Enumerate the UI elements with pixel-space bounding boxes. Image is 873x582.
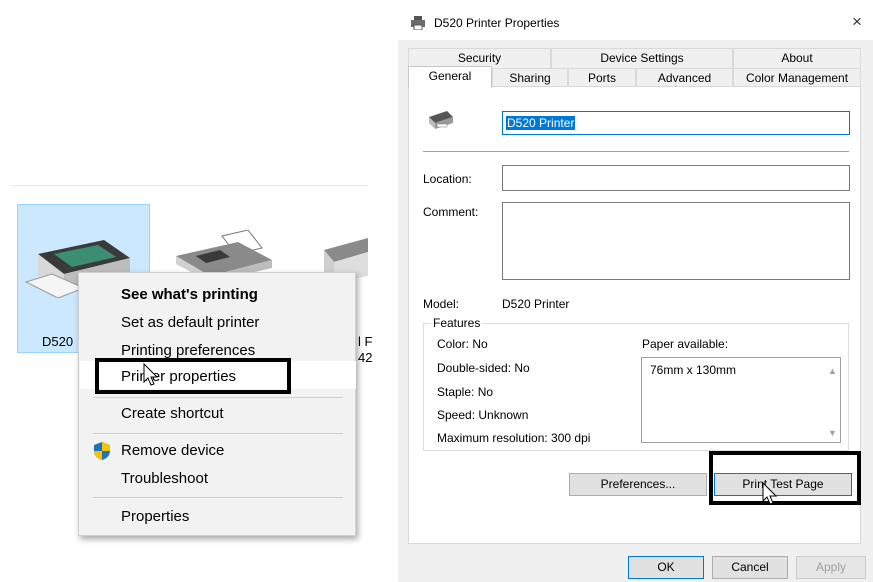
paper-list-item[interactable]: 76mm x 130mm <box>650 363 736 377</box>
device-label-partial[interactable]: l F <box>358 334 372 349</box>
menu-item-properties[interactable]: Properties <box>79 503 355 531</box>
preferences-button[interactable]: Preferences... <box>569 473 707 496</box>
model-label: Model: <box>423 297 460 311</box>
printer-name-value: D520 Printer <box>506 116 576 130</box>
feature-max-resolution: Maximum resolution: 300 dpi <box>437 431 591 445</box>
cancel-button[interactable]: Cancel <box>712 556 788 579</box>
features-label: Features <box>431 316 483 330</box>
printer-name-field[interactable]: D520 Printer <box>502 111 850 135</box>
printer-small-icon <box>411 16 425 30</box>
menu-item-create-shortcut[interactable]: Create shortcut <box>79 400 355 428</box>
tab-advanced[interactable]: Advanced <box>636 68 733 88</box>
annotation-highlight-box <box>709 451 861 505</box>
location-label: Location: <box>423 172 472 186</box>
printer-properties-dialog: D520 Printer Properties × Security Devic… <box>398 6 873 582</box>
menu-item-troubleshoot[interactable]: Troubleshoot <box>79 465 355 493</box>
annotation-highlight-box <box>95 358 291 394</box>
close-icon[interactable]: × <box>852 12 862 32</box>
tab-ports[interactable]: Ports <box>568 68 636 88</box>
scroll-up-icon[interactable]: ▲ <box>828 366 837 376</box>
feature-staple: Staple: No <box>437 385 494 399</box>
mouse-cursor-icon <box>762 482 778 505</box>
printer-icon <box>429 111 453 129</box>
dialog-title: D520 Printer Properties <box>434 16 560 30</box>
scroll-down-icon[interactable]: ▼ <box>828 428 837 438</box>
comment-label: Comment: <box>423 205 479 219</box>
feature-double-sided: Double-sided: No <box>437 361 530 375</box>
menu-item-remove-device[interactable]: Remove device <box>79 437 355 465</box>
divider <box>423 151 849 152</box>
device-label-partial-2[interactable]: 42 <box>358 350 372 365</box>
model-value: D520 Printer <box>502 297 570 311</box>
paper-list[interactable]: 76mm x 130mm ▲ ▼ <box>641 357 841 443</box>
context-menu: See what's printing Set as default print… <box>78 272 356 536</box>
menu-separator <box>93 497 343 498</box>
menu-item-set-default[interactable]: Set as default printer <box>79 309 355 337</box>
feature-speed: Speed: Unknown <box>437 408 529 422</box>
tab-sharing[interactable]: Sharing <box>492 68 568 88</box>
menu-item-see-whats-printing[interactable]: See what's printing <box>79 281 355 309</box>
menu-separator <box>93 433 343 434</box>
section-divider <box>10 185 368 186</box>
apply-button[interactable]: Apply <box>796 556 866 579</box>
comment-field[interactable] <box>502 202 850 280</box>
tab-about[interactable]: About <box>733 48 861 68</box>
tab-color-management[interactable]: Color Management <box>733 68 861 88</box>
menu-separator <box>93 397 343 398</box>
mouse-cursor-icon <box>143 363 159 386</box>
device-label-d520[interactable]: D520 <box>42 334 73 349</box>
ok-button[interactable]: OK <box>628 556 704 579</box>
location-field[interactable] <box>502 165 850 191</box>
tab-security[interactable]: Security <box>408 48 551 68</box>
tab-device-settings[interactable]: Device Settings <box>551 48 733 68</box>
paper-available-label: Paper available: <box>642 337 729 351</box>
tab-general[interactable]: General <box>408 66 492 88</box>
feature-color: Color: No <box>437 337 488 351</box>
